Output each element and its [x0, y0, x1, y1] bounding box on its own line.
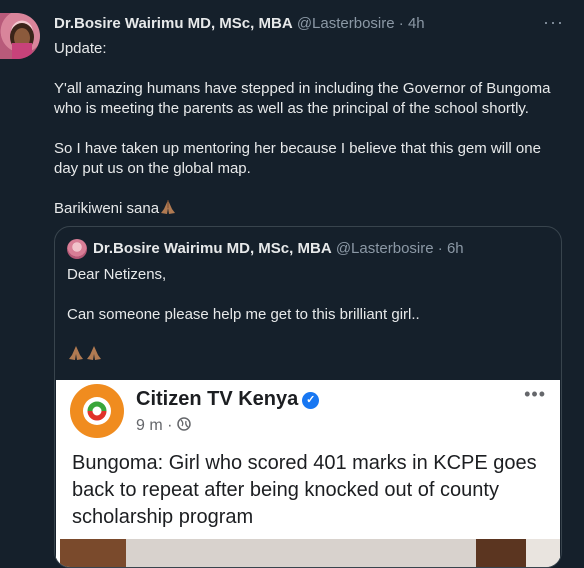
- news-headline: Bungoma: Girl who scored 401 marks in KC…: [72, 452, 537, 528]
- folded-hands-icon: [85, 345, 103, 361]
- post-time-text: 9 m: [136, 417, 163, 434]
- tweet-line: Update:: [54, 40, 107, 57]
- author-name[interactable]: Dr.Bosire Wairimu MD, MSc, MBA: [54, 15, 293, 32]
- quoted-author-name[interactable]: Dr.Bosire Wairimu MD, MSc, MBA: [93, 240, 332, 257]
- quoted-line: Can someone please help me get to this b…: [67, 306, 420, 323]
- quoted-media-screenshot[interactable]: Citizen TV Kenya ✓ 9 m · ••• Bungoma: Gir…: [56, 380, 560, 567]
- quoted-author-avatar[interactable]: [67, 239, 87, 259]
- tweet-header: Dr.Bosire Wairimu MD, MSc, MBA @Lasterbo…: [54, 15, 425, 32]
- page-name-text: Citizen TV Kenya: [136, 388, 299, 410]
- tweet-body: Update: Y'all amazing humans have steppe…: [54, 39, 554, 219]
- folded-hands-icon: [67, 345, 85, 361]
- folded-hands-icon: [159, 199, 177, 215]
- quoted-tweet[interactable]: Dr.Bosire Wairimu MD, MSc, MBA @Lasterbo…: [54, 226, 562, 568]
- quoted-header-separator: ·: [437, 240, 443, 257]
- globe-icon: [177, 417, 191, 434]
- post-time-separator: ·: [167, 417, 173, 434]
- post-time: 9 m ·: [136, 417, 191, 435]
- tweet-line-text: Barikiweni sana: [54, 200, 160, 217]
- tweet-line: So I have taken up mentoring her because…: [54, 140, 541, 177]
- more-options-icon[interactable]: ···: [543, 12, 564, 33]
- tweet-line: Y'all amazing humans have stepped in inc…: [54, 80, 551, 117]
- media-more-icon: •••: [524, 384, 546, 404]
- tweet-time[interactable]: 4h: [408, 15, 425, 32]
- quoted-author-handle[interactable]: @Lasterbosire: [336, 240, 434, 257]
- tweet-line-last: Barikiweni sana: [54, 199, 554, 219]
- verified-check-icon: ✓: [302, 392, 320, 409]
- author-avatar[interactable]: [0, 13, 40, 59]
- header-separator: ·: [398, 15, 404, 32]
- news-photo: [56, 539, 560, 567]
- quoted-emoji-line: [67, 345, 547, 365]
- author-handle[interactable]: @Lasterbosire: [297, 15, 395, 32]
- quoted-tweet-header: Dr.Bosire Wairimu MD, MSc, MBA @Lasterbo…: [93, 240, 464, 257]
- quoted-line: Dear Netizens,: [67, 266, 167, 283]
- citizen-tv-logo: [70, 384, 124, 438]
- quoted-tweet-body: Dear Netizens, Can someone please help m…: [67, 265, 547, 365]
- page-name: Citizen TV Kenya ✓: [136, 388, 320, 411]
- quoted-tweet-time[interactable]: 6h: [447, 240, 464, 257]
